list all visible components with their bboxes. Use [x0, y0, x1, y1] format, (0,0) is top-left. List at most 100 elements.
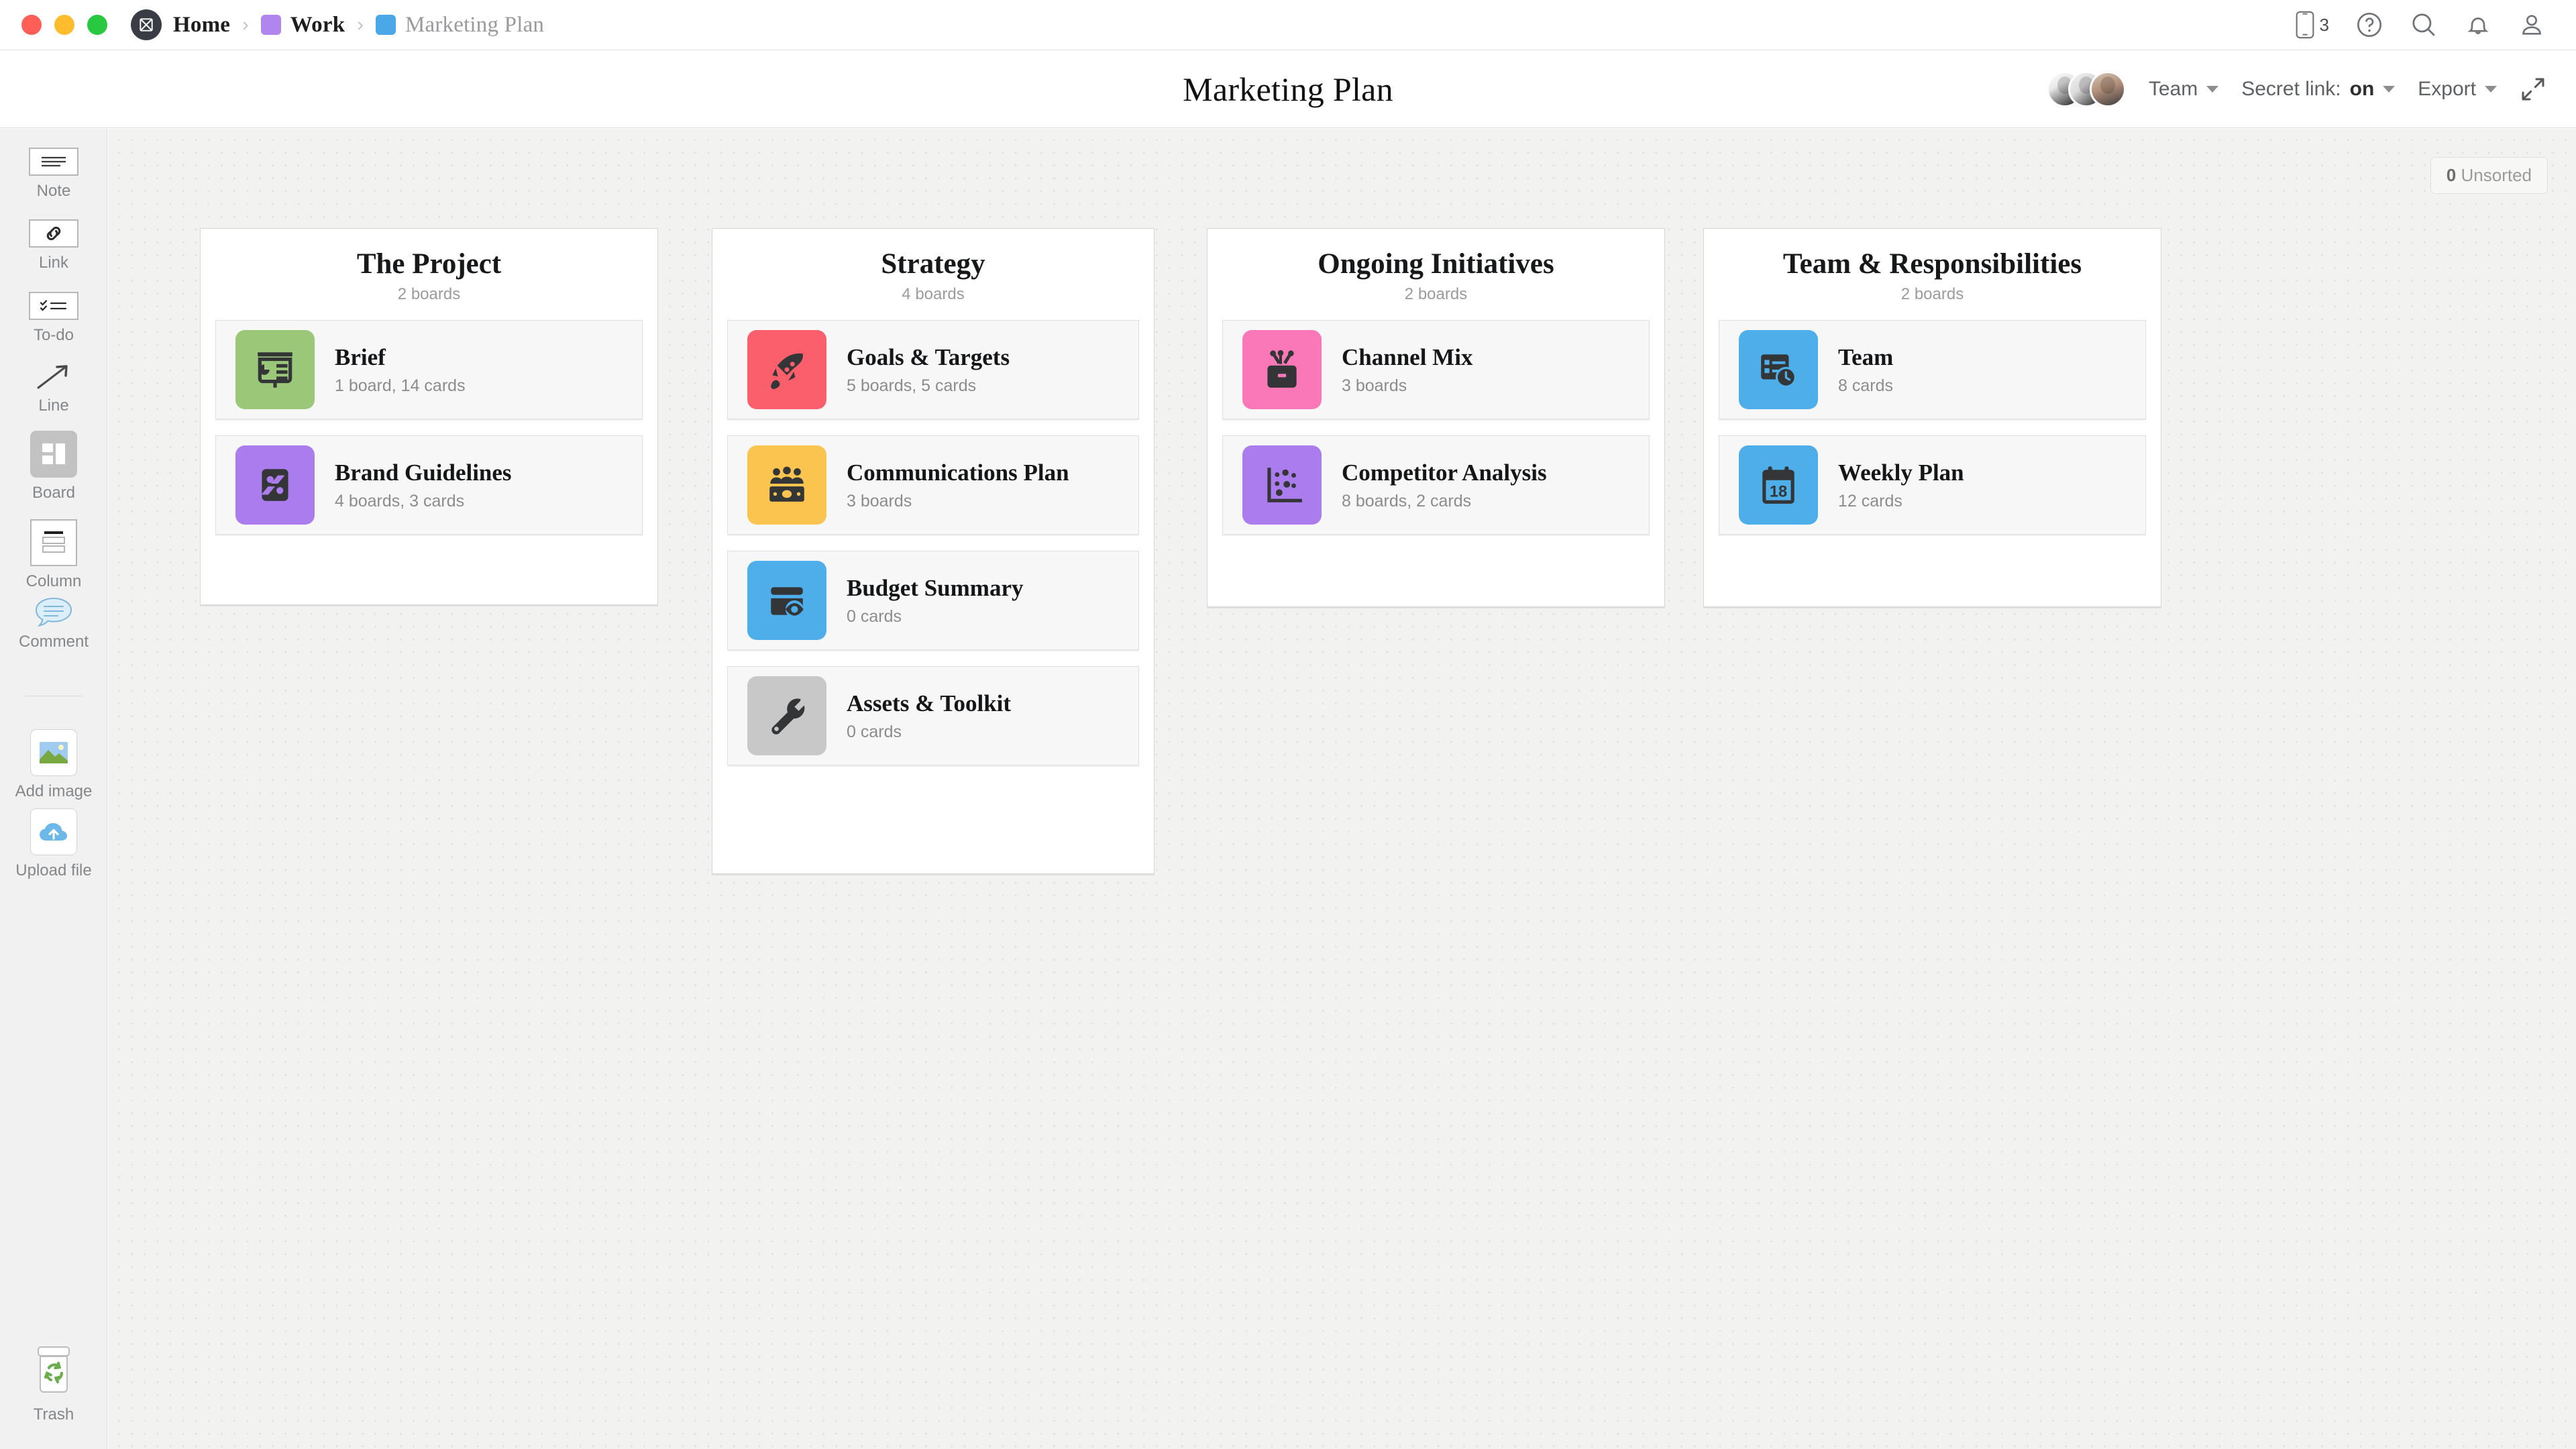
export-dropdown[interactable]: Export [2418, 78, 2497, 101]
unsorted-label: Unsorted [2461, 165, 2532, 185]
member-avatars[interactable] [2046, 71, 2126, 107]
comment-icon [29, 597, 78, 627]
breadcrumb-item-work[interactable]: Work [290, 13, 345, 38]
notifications-icon[interactable] [2465, 11, 2491, 38]
column-icon [30, 519, 77, 566]
column-title: Strategy [881, 248, 985, 280]
tool-note[interactable]: Note [0, 148, 107, 201]
board-card-meta: 0 cards [847, 722, 902, 741]
window-traffic-lights [21, 15, 107, 35]
tool-add-image[interactable]: Add image [0, 729, 107, 801]
palette-icon [235, 445, 315, 525]
account-icon[interactable] [2518, 11, 2545, 38]
svg-text:18: 18 [1770, 484, 1787, 501]
money-people-icon [747, 445, 826, 525]
column-subtitle: 2 boards [1900, 285, 1964, 304]
tool-note-label: Note [36, 182, 71, 200]
board-card-title: Competitor Analysis [1342, 460, 1547, 486]
unsorted-count: 0 [2446, 165, 2457, 185]
tool-column[interactable]: Column [0, 519, 107, 591]
tool-board[interactable]: Board [0, 431, 107, 502]
tool-todo-label: To-do [33, 326, 74, 344]
board-card-title: Weekly Plan [1838, 460, 1964, 486]
tool-comment[interactable]: Comment [0, 597, 107, 651]
chevron-down-icon [2485, 86, 2497, 93]
board-card-meta: 5 boards, 5 cards [847, 376, 977, 395]
breadcrumb-swatch-marketing-plan [375, 15, 396, 35]
board-card-title: Communications Plan [847, 460, 1069, 486]
tool-board-label: Board [32, 484, 76, 502]
mobile-badge-count: 3 [2319, 14, 2329, 35]
board-column-team-and-responsibilities[interactable]: Team & Responsibilities 2 boards Team 8 … [1703, 228, 2161, 607]
tool-column-label: Column [25, 572, 82, 590]
tool-line-label: Line [38, 396, 69, 415]
breadcrumb-separator-icon: › [242, 13, 249, 36]
minimize-window-button[interactable] [54, 15, 74, 35]
rocket-icon [747, 330, 826, 410]
board-header-bar: Marketing Plan Team Secret link: on Expo… [0, 50, 2576, 128]
scatter-chart-icon [1242, 445, 1322, 525]
page-title: Marketing Plan [1183, 70, 1393, 108]
image-icon [30, 729, 77, 776]
tool-todo[interactable]: To-do [0, 292, 107, 345]
maximize-window-button[interactable] [87, 15, 107, 35]
mobile-icon[interactable]: 3 [2295, 11, 2329, 39]
search-icon[interactable] [2410, 11, 2438, 39]
column-body: Channel Mix 3 boards Competitor Analysis… [1208, 304, 1664, 549]
tool-trash[interactable]: Trash [0, 1343, 107, 1424]
board-card-communications-plan[interactable]: Communications Plan 3 boards [727, 435, 1139, 535]
note-icon [29, 148, 78, 176]
board-card-title: Team [1838, 344, 1894, 371]
board-card-meta: 4 boards, 3 cards [335, 491, 465, 511]
board-column-strategy[interactable]: Strategy 4 boards Goals & Targets 5 boar… [712, 228, 1155, 874]
calendar-18-icon: 18 [1739, 445, 1818, 525]
breadcrumb-item-home[interactable]: Home [173, 13, 230, 38]
column-header: Strategy 4 boards [712, 229, 1154, 304]
board-icon [30, 431, 77, 478]
secret-link-dropdown[interactable]: Secret link: on [2241, 78, 2396, 101]
board-card-channel-mix[interactable]: Channel Mix 3 boards [1222, 320, 1650, 420]
app-logo-icon[interactable] [131, 9, 162, 40]
board-card-meta: 3 boards [847, 491, 912, 511]
tool-upload-file[interactable]: Upload file [0, 808, 107, 880]
board-card-budget-summary[interactable]: Budget Summary 0 cards [727, 551, 1139, 651]
chevron-down-icon [2206, 86, 2219, 93]
board-card-assets-and-toolkit[interactable]: Assets & Toolkit 0 cards [727, 666, 1139, 766]
column-body: Goals & Targets 5 boards, 5 cards Commun… [712, 304, 1154, 780]
board-card-meta: 8 boards, 2 cards [1342, 491, 1472, 511]
team-dropdown[interactable]: Team [2149, 78, 2219, 101]
column-subtitle: 4 boards [902, 285, 965, 304]
board-card-title: Assets & Toolkit [847, 690, 1012, 717]
board-card-goals-and-targets[interactable]: Goals & Targets 5 boards, 5 cards [727, 320, 1139, 420]
board-card-brand-guidelines[interactable]: Brand Guidelines 4 boards, 3 cards [215, 435, 643, 535]
chevron-down-icon [2383, 86, 2396, 93]
export-label: Export [2418, 78, 2476, 100]
board-card-competitor-analysis[interactable]: Competitor Analysis 8 boards, 2 cards [1222, 435, 1650, 535]
fullscreen-toggle-icon[interactable] [2520, 76, 2546, 103]
board-card-meta: 0 cards [847, 606, 902, 626]
column-header: Team & Responsibilities 2 boards [1704, 229, 2161, 304]
avatar[interactable] [2089, 71, 2126, 107]
tool-link-label: Link [38, 254, 69, 272]
presentation-icon [235, 330, 315, 410]
board-card-weekly-plan[interactable]: 18 Weekly Plan 12 cards [1719, 435, 2146, 535]
board-card-meta: 8 cards [1838, 376, 1893, 395]
tool-line[interactable]: Line [0, 362, 107, 415]
board-card-team[interactable]: Team 8 cards [1719, 320, 2146, 420]
column-header: Ongoing Initiatives 2 boards [1208, 229, 1664, 304]
close-window-button[interactable] [21, 15, 42, 35]
board-card-title: Brand Guidelines [335, 460, 512, 486]
help-icon[interactable] [2356, 11, 2383, 38]
wrench-icon [747, 676, 826, 756]
cloud-upload-icon [30, 808, 77, 855]
board-card-title: Goals & Targets [847, 344, 1010, 371]
tool-link[interactable]: Link [0, 219, 107, 272]
titlebar-actions: 3 [2295, 11, 2545, 39]
unsorted-badge[interactable]: 0 Unsorted [2430, 157, 2548, 194]
tool-trash-label: Trash [33, 1405, 74, 1424]
board-canvas[interactable]: 0 Unsorted The Project 2 boards Brief 1 … [108, 129, 2576, 1449]
board-card-title: Channel Mix [1342, 344, 1473, 371]
board-column-the-project[interactable]: The Project 2 boards Brief 1 board, 14 c… [200, 228, 658, 605]
board-card-brief[interactable]: Brief 1 board, 14 cards [215, 320, 643, 420]
board-column-ongoing-initiatives[interactable]: Ongoing Initiatives 2 boards Channel Mix… [1207, 228, 1665, 607]
